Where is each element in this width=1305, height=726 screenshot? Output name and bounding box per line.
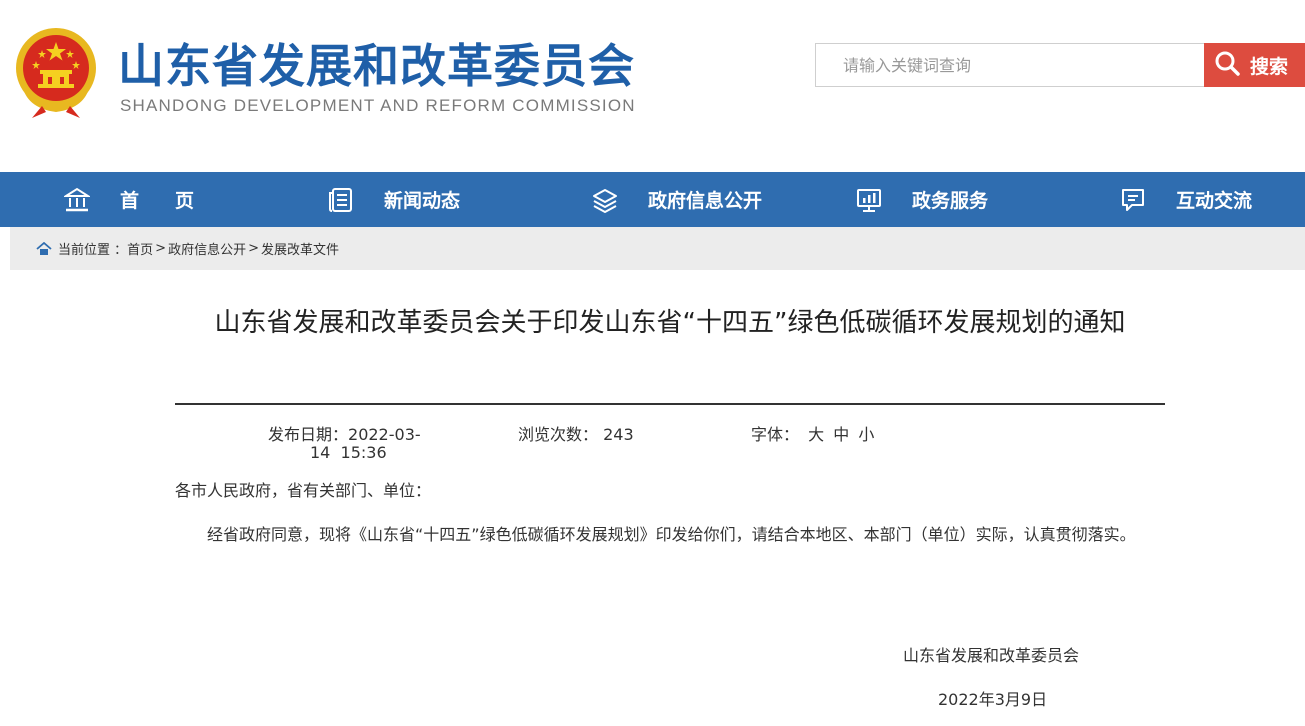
font-size-small[interactable]: 小	[858, 425, 874, 444]
view-count-label: 浏览次数：	[518, 425, 599, 444]
nav-item-interaction[interactable]: 互动交流	[1120, 172, 1252, 227]
breadcrumb-item-docs[interactable]: 发展改革文件	[261, 239, 339, 258]
breadcrumb-separator: >	[248, 241, 259, 256]
news-icon	[328, 187, 354, 213]
breadcrumb-item-gov-info[interactable]: 政府信息公开	[168, 239, 246, 258]
signature-org: 山东省发展和改革委员会	[903, 646, 1080, 665]
breadcrumb-item-home[interactable]: 首页	[127, 239, 153, 258]
site-header: 山东省发展和改革委员会 SHANDONG DEVELOPMENT AND REF…	[0, 0, 1305, 172]
breadcrumb-prefix: 当前位置 ：	[58, 243, 128, 258]
view-count-value: 243	[603, 425, 634, 444]
publish-date-value-2: 14 15:36	[310, 443, 387, 462]
layers-icon	[592, 187, 618, 213]
article-salutation: 各市人民政府，省有关部门、单位：	[175, 481, 432, 500]
publish-date-label: 发布日期：	[268, 425, 349, 444]
search-box	[815, 43, 1205, 87]
nav-label-services: 政务服务	[912, 190, 989, 212]
publish-date-value-1: 2022-03-	[348, 425, 421, 444]
nav-label-interaction: 互动交流	[1176, 190, 1253, 212]
search-icon	[1214, 50, 1240, 80]
site-title: 山东省发展和改革委员会	[118, 39, 635, 93]
site-subtitle: SHANDONG DEVELOPMENT AND REFORM COMMISSI…	[120, 96, 636, 115]
signature-date: 2022年3月9日	[938, 690, 1048, 709]
font-size-medium[interactable]: 中	[833, 425, 849, 444]
article-title: 山东省发展和改革委员会关于印发山东省“十四五”绿色低碳循环发展规划的通知	[214, 308, 1126, 338]
nav-item-news[interactable]: 新闻动态	[328, 172, 460, 227]
view-count: 浏览次数： 243	[518, 426, 634, 444]
home-small-icon	[36, 241, 52, 256]
font-size-large[interactable]: 大	[808, 425, 824, 444]
breadcrumb: 当前位置 ： 首页 > 政府信息公开 > 发展改革文件	[10, 227, 1305, 270]
publish-date: 发布日期：2022-03- 14 15:36	[268, 426, 443, 462]
chat-icon	[1120, 187, 1146, 213]
home-icon	[64, 187, 90, 213]
nav-label-home: 首页	[120, 190, 231, 212]
font-size-selector: 字体： 大 中 小	[751, 426, 874, 444]
font-size-label: 字体：	[751, 425, 800, 444]
nav-label-news: 新闻动态	[384, 190, 461, 212]
search-input[interactable]	[816, 44, 1205, 86]
service-icon	[856, 187, 882, 213]
main-nav: 首页 新闻动态 政府信息公开 政务服务 互动交流	[0, 172, 1305, 227]
search-button-label: 搜索	[1250, 55, 1289, 78]
nav-item-services[interactable]: 政务服务	[856, 172, 988, 227]
breadcrumb-separator: >	[155, 241, 167, 256]
nav-item-home[interactable]: 首页	[64, 172, 230, 227]
nav-label-gov-info: 政府信息公开	[648, 190, 763, 212]
national-emblem-icon[interactable]	[12, 24, 100, 120]
title-divider	[175, 403, 1165, 405]
search-button[interactable]: 搜索	[1204, 43, 1305, 87]
nav-item-gov-info[interactable]: 政府信息公开	[592, 172, 762, 227]
article-body: 经省政府同意，现将《山东省“十四五”绿色低碳循环发展规划》印发给你们，请结合本地…	[207, 525, 1136, 544]
